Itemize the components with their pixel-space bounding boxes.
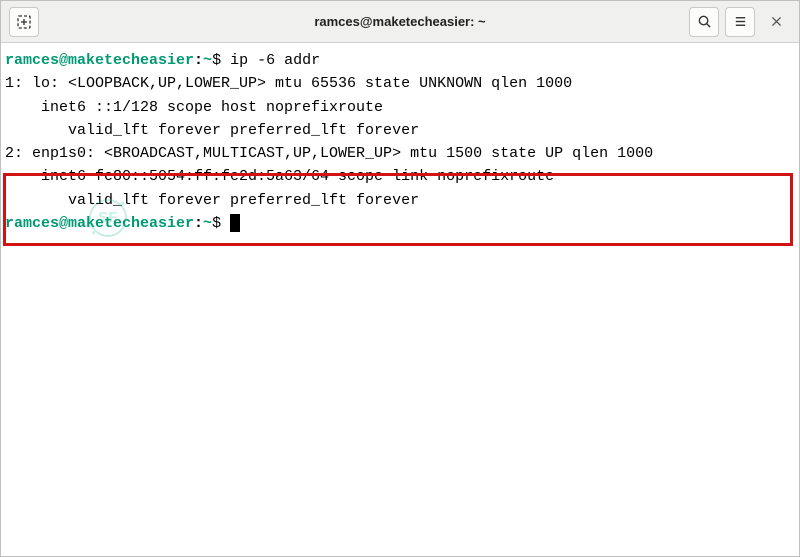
output-line: 2: enp1s0: <BROADCAST,MULTICAST,UP,LOWER… [5,142,795,165]
terminal-body[interactable]: ramces@maketecheasier:~$ ip -6 addr 1: l… [1,43,799,556]
output-line: inet6 ::1/128 scope host noprefixroute [5,96,795,119]
cursor [230,214,240,232]
terminal-window: ramces@maketecheasier: ~ [0,0,800,557]
close-icon [770,15,783,28]
command-text: ip -6 addr [230,52,320,69]
close-button[interactable] [761,7,791,37]
titlebar-right-group [689,7,791,37]
prompt-line-1: ramces@maketecheasier:~$ ip -6 addr [5,49,795,72]
search-icon [697,14,712,29]
search-button[interactable] [689,7,719,37]
window-title: ramces@maketecheasier: ~ [314,14,485,29]
prompt-user: ramces@maketecheasier [5,52,194,69]
titlebar-left-group [9,7,39,37]
hamburger-icon [733,14,748,29]
new-tab-icon [16,14,32,30]
watermark-text: SF [98,206,117,229]
prompt-sep: : [194,52,203,69]
output-line: 1: lo: <LOOPBACK,UP,LOWER_UP> mtu 65536 … [5,72,795,95]
prompt-symbol: $ [212,215,221,232]
watermark-icon: SF [89,199,127,237]
titlebar: ramces@maketecheasier: ~ [1,1,799,43]
prompt-symbol: $ [212,52,221,69]
new-tab-button[interactable] [9,7,39,37]
prompt-sep: : [194,215,203,232]
output-line: inet6 fe80::5054:ff:fe2d:5a63/64 scope l… [5,165,795,188]
prompt-path: ~ [203,215,212,232]
menu-button[interactable] [725,7,755,37]
prompt-path: ~ [203,52,212,69]
output-line: valid_lft forever preferred_lft forever [5,119,795,142]
